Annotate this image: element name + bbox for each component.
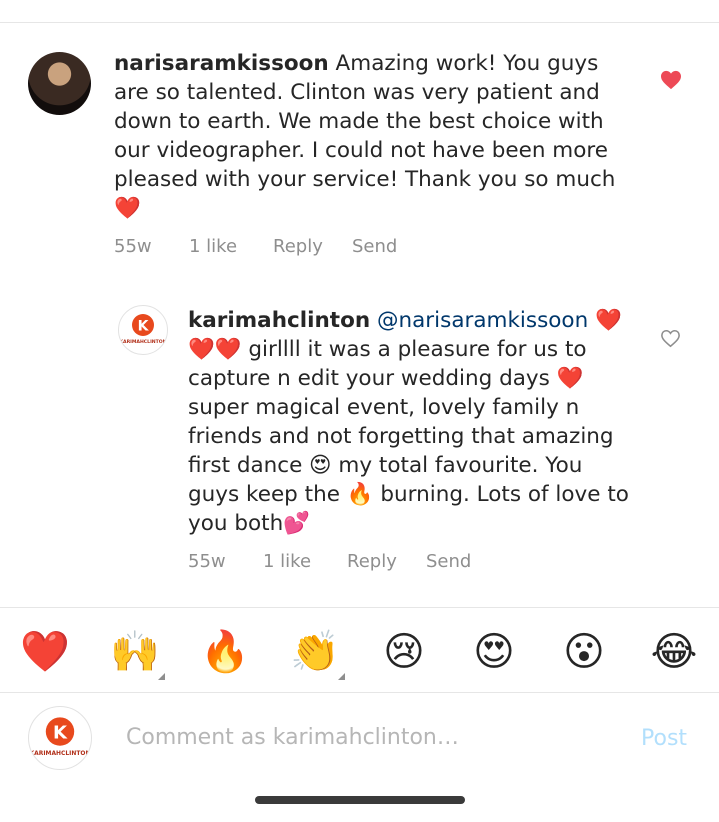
reply-button[interactable]: Reply	[273, 236, 323, 257]
post-button[interactable]: Post	[641, 726, 687, 751]
heart-filled-icon[interactable]	[660, 70, 682, 90]
avatar[interactable]	[28, 52, 91, 115]
comment-input[interactable]: Comment as karimahclinton…	[126, 725, 459, 750]
emoji-laughing-button[interactable]: 😂	[650, 628, 698, 676]
reply-meta: 55w 1 like Reply Send	[188, 551, 508, 575]
comment-body: narisaramkissoon Amazing work! You guys …	[114, 49, 634, 223]
skin-tone-indicator	[338, 673, 345, 680]
mention-link[interactable]: @narisaramkissoon	[377, 308, 588, 333]
comment-username[interactable]: narisaramkissoon	[114, 51, 329, 76]
brand-logo-text: KARIMAHCLINTON	[119, 339, 166, 345]
comment-reply: K KARIMAHCLINTON karimahclinton @narisar…	[0, 300, 719, 590]
comment-likes[interactable]: 1 like	[189, 236, 237, 257]
send-button[interactable]: Send	[352, 236, 397, 257]
svg-text:K: K	[138, 319, 150, 335]
send-button[interactable]: Send	[426, 551, 471, 572]
svg-text:K: K	[53, 723, 68, 744]
emoji-fire-button[interactable]: 🔥	[200, 628, 250, 676]
comment-text: Amazing work! You guys are so talented. …	[114, 51, 616, 221]
emoji-crying-button[interactable]: 😢	[380, 628, 428, 676]
skin-tone-indicator	[158, 673, 165, 680]
brand-logo-icon: K KARIMAHCLINTON	[30, 717, 91, 757]
reply-age: 55w	[188, 551, 226, 572]
composer-avatar: K KARIMAHCLINTON	[28, 706, 92, 770]
top-divider	[0, 22, 719, 23]
emoji-quick-bar: ❤️ 🙌 🔥 👏 😢 😍 😮 😂	[0, 608, 719, 692]
reply-username[interactable]: karimahclinton	[188, 308, 370, 333]
avatar[interactable]: K KARIMAHCLINTON	[118, 305, 168, 355]
comment-meta: 55w 1 like Reply Send	[114, 236, 434, 260]
emoji-surprised-button[interactable]: 😮	[560, 628, 608, 676]
reply-button[interactable]: Reply	[347, 551, 397, 572]
comment: narisaramkissoon Amazing work! You guys …	[0, 40, 719, 280]
emoji-raised-hands-button[interactable]: 🙌	[110, 628, 160, 676]
home-indicator[interactable]	[255, 796, 465, 804]
brand-logo-icon: K KARIMAHCLINTON	[119, 314, 167, 345]
emoji-heart-button[interactable]: ❤️	[20, 628, 70, 676]
comment-age: 55w	[114, 236, 152, 257]
reply-body: karimahclinton @narisaramkissoon ❤️❤️❤️ …	[188, 306, 638, 538]
heart-outline-icon[interactable]	[660, 329, 681, 348]
emoji-heart-eyes-button[interactable]: 😍	[470, 628, 518, 676]
reply-text: ❤️❤️❤️ girllll it was a pleasure for us …	[188, 308, 629, 536]
brand-logo-text: KARIMAHCLINTON	[30, 750, 91, 757]
emoji-clap-button[interactable]: 👏	[290, 628, 340, 676]
reply-likes[interactable]: 1 like	[263, 551, 311, 572]
comment-composer: K KARIMAHCLINTON Comment as karimahclint…	[0, 693, 719, 789]
